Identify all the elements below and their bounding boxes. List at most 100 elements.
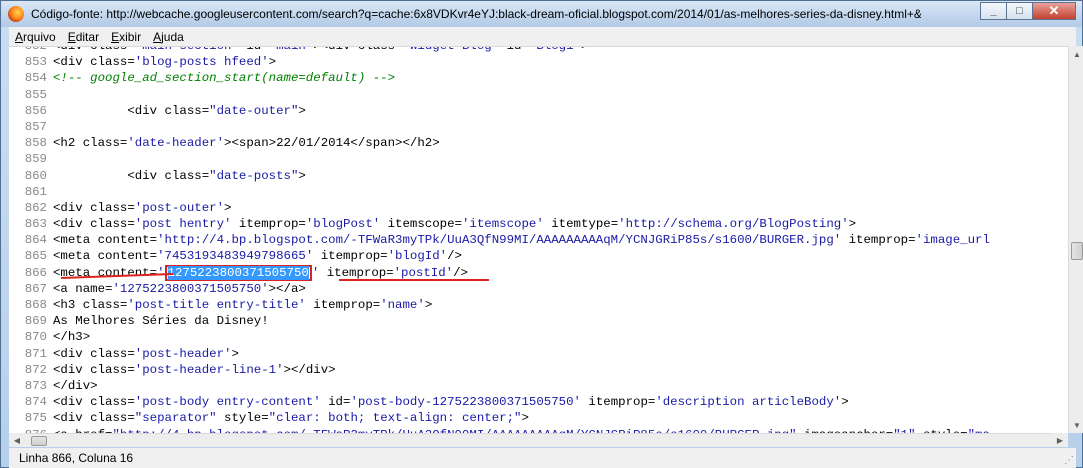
line-number: 860 <box>24 168 47 183</box>
code-token: <div class= <box>53 217 135 232</box>
line-number: 874 <box>24 395 47 410</box>
code-token: > <box>841 395 849 410</box>
code-token: 'http://schema.org/BlogPosting' <box>618 217 849 232</box>
code-token: itemprop= <box>305 298 381 312</box>
code-line: 868 <h3 class='post-title entry-title' it… <box>9 297 1068 313</box>
line-number: 861 <box>24 184 47 199</box>
line-number: 855 <box>24 87 47 102</box>
code-token: 'post-title entry-title' <box>127 298 306 312</box>
vertical-scroll-thumb[interactable] <box>1071 242 1083 260</box>
code-token: <div class= <box>53 55 135 70</box>
code-line: 872 <div class='post-header-line-1'></div… <box>9 362 1068 378</box>
code-token: <h3 class= <box>53 298 128 312</box>
menu-bar: Arquivo Editar Exibir Ajuda <box>9 27 1076 46</box>
code-line: 863 <div class='post hentry' itemprop='bl… <box>9 216 1068 232</box>
scroll-up-icon[interactable]: ▲ <box>1069 46 1083 62</box>
line-number: 873 <box>24 378 47 393</box>
code-line: 853 <div class='blog-posts hfeed'> <box>9 54 1068 70</box>
code-token: 'blogId' <box>387 249 448 264</box>
title-bar[interactable]: Código-fonte: http://webcache.googleuser… <box>1 1 1082 27</box>
code-line: 858 <h2 class='date-header'><span>22/01/2… <box>9 135 1068 151</box>
code-token: 'widget Blog' <box>402 46 500 53</box>
scroll-left-icon[interactable]: ◀ <box>9 433 25 447</box>
code-token: > <box>298 103 306 118</box>
code-token: '7453193483949798665' <box>157 249 314 264</box>
code-token: ><span>22/01/2014</span></h2> <box>224 136 440 151</box>
code-token: 'name' <box>380 298 425 312</box>
scroll-down-icon[interactable]: ▼ <box>1069 417 1083 433</box>
cursor-position: Linha 866, Coluna 16 <box>19 451 134 465</box>
code-token: > <box>231 346 239 361</box>
menu-exibir[interactable]: Exibir <box>105 30 147 44</box>
code-line: 864 <meta content='http://4.bp.blogspot.c… <box>9 232 1068 248</box>
code-token: > <box>268 55 277 70</box>
code-line: 860 <div class="date-posts"> <box>9 168 1068 184</box>
code-token: <div class= <box>53 103 210 118</box>
menu-editar[interactable]: Editar <box>62 30 105 44</box>
line-number: 853 <box>24 55 47 70</box>
code-token: > <box>581 46 589 53</box>
code-token: <div class= <box>53 200 135 215</box>
line-number: 863 <box>24 217 47 232</box>
code-token: 'blog-posts hfeed' <box>134 55 269 70</box>
code-token: "date-posts" <box>209 168 299 183</box>
code-line: 861 <box>9 184 1068 200</box>
code-line: 856 <div class="date-outer"> <box>9 103 1068 119</box>
status-bar: Linha 866, Coluna 16 ⋰ <box>9 448 1076 468</box>
code-token: > <box>521 411 529 426</box>
line-number: 865 <box>24 249 47 264</box>
code-token: > <box>424 298 433 312</box>
firefox-icon <box>8 6 24 22</box>
code-token: 'itemscope' <box>461 217 544 232</box>
maximize-button[interactable]: □ <box>1006 2 1033 20</box>
code-token: 'blogPost' <box>305 217 381 232</box>
code-token: /> <box>447 249 462 264</box>
code-token: 'Blog1' <box>528 46 581 53</box>
source-viewer-window: Código-fonte: http://webcache.googleuser… <box>0 0 1083 468</box>
code-token: id= <box>499 46 529 53</box>
code-token: itemprop= <box>580 395 656 410</box>
code-line: 855 <box>9 87 1068 103</box>
code-token: itemprop= <box>841 233 916 248</box>
code-token: ></div> <box>283 362 336 377</box>
code-token: 'post-body entry-content' <box>134 395 321 410</box>
source-code-view[interactable]: 852 <div class='main-section' id='main'><… <box>9 46 1068 433</box>
resize-grip-icon[interactable]: ⋰ <box>1064 455 1074 466</box>
code-token: 'image_url <box>915 233 990 248</box>
code-line: 869 As Melhores Séries da Disney! <box>9 313 1068 329</box>
code-token: <div class= <box>53 411 135 426</box>
menu-ajuda[interactable]: Ajuda <box>147 30 190 44</box>
code-token: <h2 class= <box>53 136 128 151</box>
close-button[interactable]: ✕ <box>1032 2 1076 20</box>
code-token: 'http://4.bp.blogspot.com/-TFWaR3myTPk/U… <box>157 233 842 248</box>
code-token: > <box>298 168 306 183</box>
horizontal-scrollbar[interactable]: ◀ ▶ <box>9 433 1068 447</box>
horizontal-scroll-thumb[interactable] <box>31 436 47 446</box>
code-token: itemprop= <box>319 265 394 280</box>
selected-text: 1275223800371505750 <box>167 265 309 280</box>
code-token: 'postId' <box>393 265 454 280</box>
code-token: 'post hentry' <box>134 217 232 232</box>
line-number: 857 <box>24 119 47 134</box>
line-number: 870 <box>24 330 47 345</box>
code-line: 854 <!-- google_ad_section_start(name=def… <box>9 70 1068 86</box>
vertical-scrollbar[interactable]: ▲ ▼ <box>1068 46 1083 433</box>
code-token: </div> <box>53 378 98 393</box>
menu-arquivo[interactable]: Arquivo <box>9 30 62 44</box>
code-line: 870 </h3> <box>9 329 1068 345</box>
line-number: 858 <box>24 136 47 151</box>
line-number: 868 <box>24 298 47 312</box>
code-token: '1275223800371505750' <box>112 281 269 296</box>
code-line: 871 <div class='post-header'> <box>9 346 1068 362</box>
code-token: ></a> <box>268 281 306 296</box>
code-token: <meta content= <box>53 249 158 264</box>
code-token: <div class= <box>53 168 210 183</box>
minimize-button[interactable]: _ <box>980 2 1007 20</box>
scroll-right-icon[interactable]: ▶ <box>1052 433 1068 447</box>
code-token: ><div class= <box>313 46 403 53</box>
code-token: /> <box>453 265 468 280</box>
code-token: style= <box>216 411 269 426</box>
code-token: </h3> <box>53 330 91 345</box>
line-number: 869 <box>24 314 47 329</box>
code-line: 865 <meta content='7453193483949798665' i… <box>9 248 1068 264</box>
